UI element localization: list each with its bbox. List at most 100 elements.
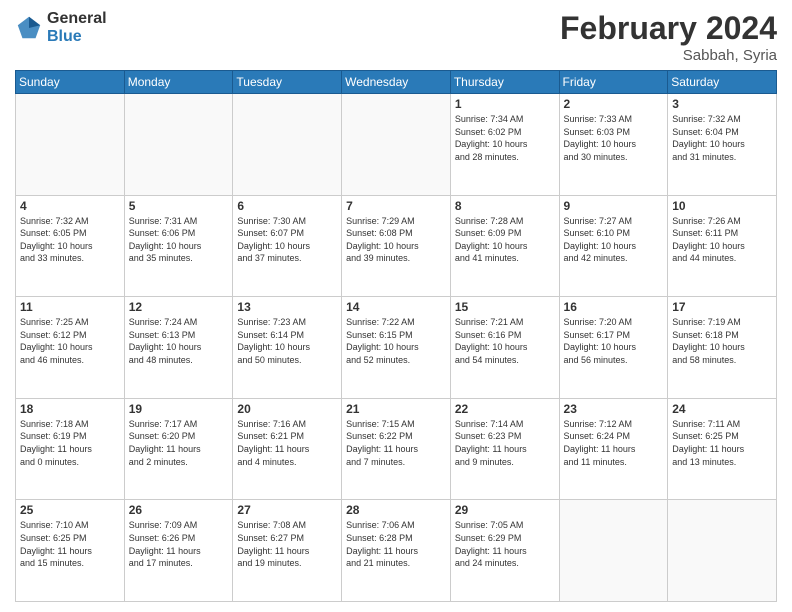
day-number: 15 <box>455 300 555 314</box>
day-info: Sunrise: 7:10 AMSunset: 6:25 PMDaylight:… <box>20 519 120 569</box>
calendar-cell: 10 Sunrise: 7:26 AMSunset: 6:11 PMDayligh… <box>668 195 777 297</box>
day-number: 9 <box>564 199 664 213</box>
calendar-header-thursday: Thursday <box>450 71 559 94</box>
day-info: Sunrise: 7:09 AMSunset: 6:26 PMDaylight:… <box>129 519 229 569</box>
day-info: Sunrise: 7:11 AMSunset: 6:25 PMDaylight:… <box>672 418 772 468</box>
calendar-cell: 14Sunrise: 7:22 AMSunset: 6:15 PMDayligh… <box>342 297 451 399</box>
calendar-cell: 26 Sunrise: 7:09 AMSunset: 6:26 PMDayligh… <box>124 500 233 602</box>
day-number: 21 <box>346 402 446 416</box>
calendar-header-saturday: Saturday <box>668 71 777 94</box>
calendar-cell: 15 Sunrise: 7:21 AMSunset: 6:16 PMDayligh… <box>450 297 559 399</box>
day-number: 23 <box>564 402 664 416</box>
day-number: 8 <box>455 199 555 213</box>
day-number: 5 <box>129 199 229 213</box>
day-number: 26 <box>129 503 229 517</box>
calendar-cell: 25 Sunrise: 7:10 AMSunset: 6:25 PMDayligh… <box>16 500 125 602</box>
calendar-cell <box>559 500 668 602</box>
day-info: Sunrise: 7:17 AMSunset: 6:20 PMDaylight:… <box>129 418 229 468</box>
day-info: Sunrise: 7:34 AMSunset: 6:02 PMDaylight:… <box>455 113 555 163</box>
logo-blue-text: Blue <box>47 28 107 46</box>
calendar-cell: 11 Sunrise: 7:25 AMSunset: 6:12 PMDayligh… <box>16 297 125 399</box>
calendar: SundayMondayTuesdayWednesdayThursdayFrid… <box>15 70 777 602</box>
calendar-header-monday: Monday <box>124 71 233 94</box>
day-info: Sunrise: 7:32 AMSunset: 6:04 PMDaylight:… <box>672 113 772 163</box>
day-number: 4 <box>20 199 120 213</box>
calendar-week-3: 11 Sunrise: 7:25 AMSunset: 6:12 PMDayligh… <box>16 297 777 399</box>
calendar-cell: 20 Sunrise: 7:16 AMSunset: 6:21 PMDayligh… <box>233 398 342 500</box>
day-number: 7 <box>346 199 446 213</box>
calendar-cell: 17 Sunrise: 7:19 AMSunset: 6:18 PMDayligh… <box>668 297 777 399</box>
calendar-header-wednesday: Wednesday <box>342 71 451 94</box>
day-number: 2 <box>564 97 664 111</box>
calendar-cell: 12 Sunrise: 7:24 AMSunset: 6:13 PMDayligh… <box>124 297 233 399</box>
logo-general-text: General <box>47 10 107 28</box>
calendar-cell: 5 Sunrise: 7:31 AMSunset: 6:06 PMDaylight… <box>124 195 233 297</box>
page: General Blue February 2024 Sabbah, Syria… <box>0 0 792 612</box>
day-info: Sunrise: 7:27 AMSunset: 6:10 PMDaylight:… <box>564 215 664 265</box>
day-info: Sunrise: 7:21 AMSunset: 6:16 PMDaylight:… <box>455 316 555 366</box>
day-number: 10 <box>672 199 772 213</box>
calendar-cell: 1 Sunrise: 7:34 AMSunset: 6:02 PMDaylight… <box>450 94 559 196</box>
day-number: 13 <box>237 300 337 314</box>
calendar-cell <box>16 94 125 196</box>
day-info: Sunrise: 7:28 AMSunset: 6:09 PMDaylight:… <box>455 215 555 265</box>
day-number: 1 <box>455 97 555 111</box>
calendar-cell: 18 Sunrise: 7:18 AMSunset: 6:19 PMDayligh… <box>16 398 125 500</box>
calendar-cell: 28 Sunrise: 7:06 AMSunset: 6:28 PMDayligh… <box>342 500 451 602</box>
calendar-cell <box>233 94 342 196</box>
calendar-cell: 9 Sunrise: 7:27 AMSunset: 6:10 PMDaylight… <box>559 195 668 297</box>
day-info: Sunrise: 7:16 AMSunset: 6:21 PMDaylight:… <box>237 418 337 468</box>
title-location: Sabbah, Syria <box>560 47 777 64</box>
header: General Blue February 2024 Sabbah, Syria <box>15 10 777 64</box>
day-number: 17 <box>672 300 772 314</box>
day-info: Sunrise: 7:20 AMSunset: 6:17 PMDaylight:… <box>564 316 664 366</box>
day-info: Sunrise: 7:25 AMSunset: 6:12 PMDaylight:… <box>20 316 120 366</box>
calendar-cell: 8 Sunrise: 7:28 AMSunset: 6:09 PMDaylight… <box>450 195 559 297</box>
day-number: 20 <box>237 402 337 416</box>
day-number: 12 <box>129 300 229 314</box>
day-info: Sunrise: 7:24 AMSunset: 6:13 PMDaylight:… <box>129 316 229 366</box>
calendar-cell: 16Sunrise: 7:20 AMSunset: 6:17 PMDayligh… <box>559 297 668 399</box>
day-info: Sunrise: 7:05 AMSunset: 6:29 PMDaylight:… <box>455 519 555 569</box>
day-info: Sunrise: 7:08 AMSunset: 6:27 PMDaylight:… <box>237 519 337 569</box>
day-number: 22 <box>455 402 555 416</box>
day-number: 14 <box>346 300 446 314</box>
calendar-cell: 23Sunrise: 7:12 AMSunset: 6:24 PMDayligh… <box>559 398 668 500</box>
day-number: 29 <box>455 503 555 517</box>
day-info: Sunrise: 7:32 AMSunset: 6:05 PMDaylight:… <box>20 215 120 265</box>
day-number: 18 <box>20 402 120 416</box>
calendar-cell: 22 Sunrise: 7:14 AMSunset: 6:23 PMDayligh… <box>450 398 559 500</box>
day-info: Sunrise: 7:31 AMSunset: 6:06 PMDaylight:… <box>129 215 229 265</box>
calendar-cell: 24 Sunrise: 7:11 AMSunset: 6:25 PMDayligh… <box>668 398 777 500</box>
day-number: 19 <box>129 402 229 416</box>
day-number: 11 <box>20 300 120 314</box>
calendar-cell: 3 Sunrise: 7:32 AMSunset: 6:04 PMDaylight… <box>668 94 777 196</box>
calendar-cell <box>668 500 777 602</box>
calendar-cell: 4 Sunrise: 7:32 AMSunset: 6:05 PMDaylight… <box>16 195 125 297</box>
calendar-header-tuesday: Tuesday <box>233 71 342 94</box>
calendar-cell: 2 Sunrise: 7:33 AMSunset: 6:03 PMDaylight… <box>559 94 668 196</box>
calendar-cell <box>342 94 451 196</box>
day-info: Sunrise: 7:19 AMSunset: 6:18 PMDaylight:… <box>672 316 772 366</box>
calendar-cell: 29 Sunrise: 7:05 AMSunset: 6:29 PMDayligh… <box>450 500 559 602</box>
day-info: Sunrise: 7:14 AMSunset: 6:23 PMDaylight:… <box>455 418 555 468</box>
day-info: Sunrise: 7:18 AMSunset: 6:19 PMDaylight:… <box>20 418 120 468</box>
day-info: Sunrise: 7:26 AMSunset: 6:11 PMDaylight:… <box>672 215 772 265</box>
day-info: Sunrise: 7:23 AMSunset: 6:14 PMDaylight:… <box>237 316 337 366</box>
logo: General Blue <box>15 10 107 45</box>
logo-text: General Blue <box>47 10 107 45</box>
calendar-cell: 7 Sunrise: 7:29 AMSunset: 6:08 PMDaylight… <box>342 195 451 297</box>
logo-icon <box>15 14 43 42</box>
day-number: 24 <box>672 402 772 416</box>
day-info: Sunrise: 7:29 AMSunset: 6:08 PMDaylight:… <box>346 215 446 265</box>
day-number: 3 <box>672 97 772 111</box>
calendar-header-row: SundayMondayTuesdayWednesdayThursdayFrid… <box>16 71 777 94</box>
day-number: 28 <box>346 503 446 517</box>
day-number: 25 <box>20 503 120 517</box>
day-info: Sunrise: 7:06 AMSunset: 6:28 PMDaylight:… <box>346 519 446 569</box>
day-info: Sunrise: 7:15 AMSunset: 6:22 PMDaylight:… <box>346 418 446 468</box>
day-info: Sunrise: 7:33 AMSunset: 6:03 PMDaylight:… <box>564 113 664 163</box>
day-number: 27 <box>237 503 337 517</box>
title-block: February 2024 Sabbah, Syria <box>560 10 777 64</box>
day-number: 6 <box>237 199 337 213</box>
